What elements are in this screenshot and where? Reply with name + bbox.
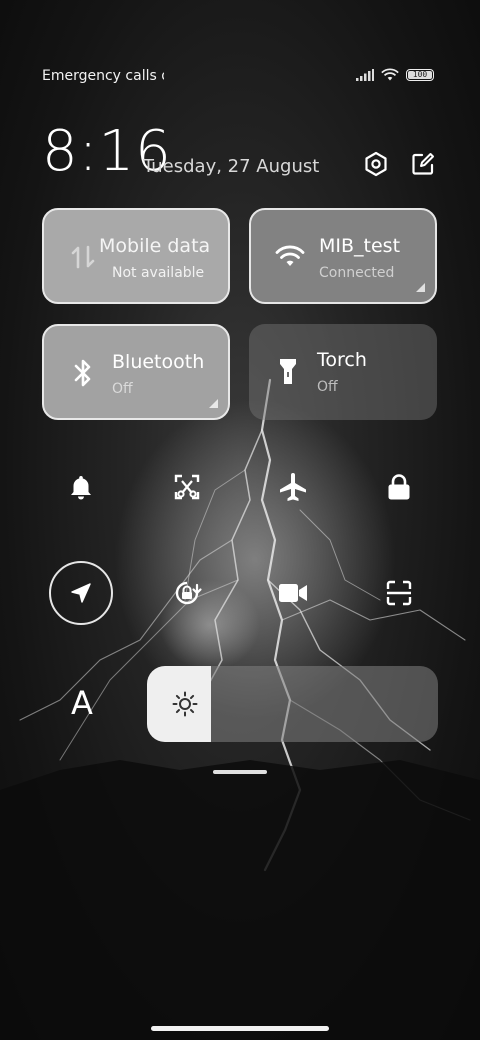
torch-tile[interactable]: Torch Off [249,324,437,420]
edit-icon[interactable] [409,150,437,178]
mobile-data-status: Not available [112,265,205,281]
bell-icon[interactable] [49,455,113,519]
bluetooth-status: Off [112,381,133,397]
bluetooth-icon [68,358,98,388]
font-size-button[interactable]: A [62,683,102,723]
torch-status: Off [317,379,338,395]
screen-recorder-icon[interactable] [261,561,325,625]
screenshot-icon[interactable] [155,455,219,519]
wifi-network-name: MIB_test [319,235,401,257]
brightness-sun-icon [172,691,198,717]
torch-icon [273,356,303,386]
bluetooth-title: Bluetooth [112,351,205,373]
status-carrier-text: Emergency calls o [42,68,164,84]
home-indicator[interactable] [151,1026,329,1031]
wifi-expand-corner-icon[interactable] [416,283,425,292]
battery-icon: 100 [406,69,434,81]
wifi-tile[interactable]: MIB_test Connected [249,208,437,304]
panel-drag-handle[interactable] [213,770,267,774]
location-icon[interactable] [49,561,113,625]
mobile-data-title: Mobile data [99,235,211,257]
status-icons: 100 [356,67,434,83]
wifi-status-icon [381,68,399,81]
airplane-mode-icon[interactable] [261,455,325,519]
lock-icon[interactable] [367,455,431,519]
torch-title: Torch [317,349,367,371]
mobile-data-arrows-icon [68,242,98,272]
settings-icon[interactable] [362,150,390,178]
wifi-icon [275,242,305,272]
date-label: Tuesday, 27 August [143,156,320,177]
bluetooth-expand-corner-icon[interactable] [209,399,218,408]
mobile-data-tile[interactable]: Mobile data Not available [42,208,230,304]
bluetooth-tile[interactable]: Bluetooth Off [42,324,230,420]
auto-rotate-icon[interactable] [155,561,219,625]
wifi-status: Connected [319,265,395,281]
brightness-slider[interactable] [147,666,438,742]
battery-level: 100 [412,70,428,79]
scanner-icon[interactable] [367,561,431,625]
signal-icon [356,69,374,81]
